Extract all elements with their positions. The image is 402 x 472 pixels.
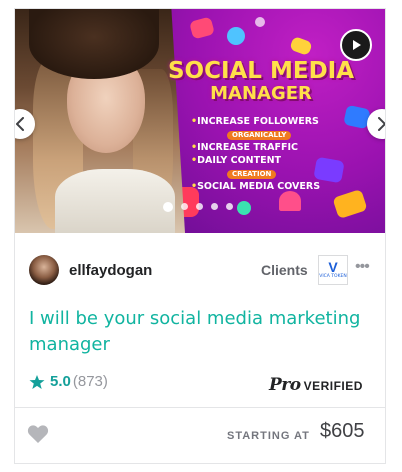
favorite-button[interactable] [27,424,49,449]
gig-title-link[interactable]: I will be your social media marketing ma… [29,306,375,358]
portrait-hat [29,9,159,79]
carousel-dot[interactable] [211,203,218,210]
client-logo-text: VICA TOKEN [319,273,347,279]
banner-bullet: INCREASE TRAFFIC [191,141,361,154]
banner-bullet: DAILY CONTENT [191,154,361,167]
decor-shape [332,188,368,220]
banner-headline-line1: SOCIAL MEDIA [167,58,355,84]
banner-bullets: INCREASE FOLLOWERS ORGANICALLY INCREASE … [191,115,361,193]
banner-headline-line2: MANAGER [210,83,312,104]
client-logo-mark: V [328,258,338,275]
seller-username[interactable]: ellfaydogan [69,262,152,279]
rating-row: 5.0 (873) [29,373,108,390]
star-icon [29,374,45,389]
starting-at-label: STARTING AT [227,430,310,442]
decor-shape [289,36,313,56]
avatar[interactable] [29,255,59,285]
portrait-shirt [55,169,175,233]
banner-bullet-sub: ORGANICALLY [227,131,292,140]
chevron-left-icon [16,117,24,131]
decor-shape [279,191,301,211]
verified-label: VERIFIED [303,379,363,393]
heart-icon [27,425,49,443]
decor-shape [227,27,245,45]
rating-count: (873) [72,373,108,390]
banner-bullet: INCREASE FOLLOWERS [191,115,361,128]
more-options-icon[interactable]: ••• [355,258,370,276]
chevron-right-icon [378,117,385,131]
decor-shape [189,16,215,40]
decor-shape [237,201,251,215]
card-footer: STARTING AT $605 [15,408,385,463]
banner-bullet-sub: CREATION [227,170,277,179]
gig-title-text[interactable]: I will be your social media marketing ma… [29,308,360,355]
rating-value: 5.0 [50,373,71,390]
seller-row: ellfaydogan Clients V VICA TOKEN ••• [15,233,385,285]
gig-banner-image[interactable]: SOCIAL MEDIA MANAGER INCREASE FOLLOWERS … [15,9,385,233]
banner-bullet: SOCIAL MEDIA COVERS [191,180,361,193]
carousel-dot[interactable] [181,203,188,210]
banner-headline: SOCIAL MEDIA MANAGER [161,59,361,105]
banner-portrait [15,9,185,233]
carousel-dots [163,202,233,212]
pro-label: Pro [269,375,301,395]
carousel-dot-active[interactable] [163,202,173,212]
price-value[interactable]: $605 [320,420,365,443]
clients-label: Clients [261,262,308,278]
client-logo[interactable]: V VICA TOKEN [318,255,348,285]
play-icon [353,40,361,50]
play-video-button[interactable] [340,29,372,61]
pro-verified-badge[interactable]: Pro VERIFIED [269,375,363,395]
decor-shape [255,17,265,27]
carousel-dot[interactable] [196,203,203,210]
carousel-dot[interactable] [226,203,233,210]
gig-card[interactable]: SOCIAL MEDIA MANAGER INCREASE FOLLOWERS … [14,8,386,464]
